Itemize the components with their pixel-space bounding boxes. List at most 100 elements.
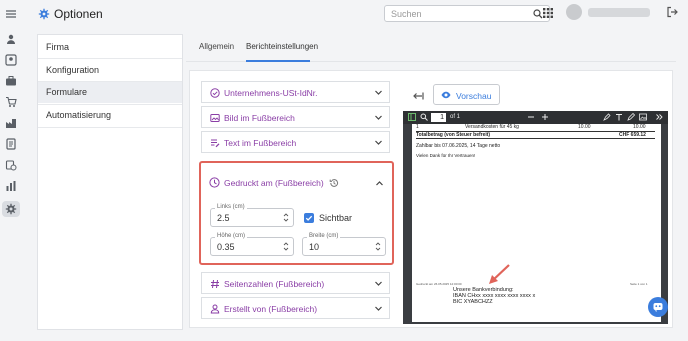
cart-icon[interactable] [5, 96, 17, 108]
preview-area: Vorschau 1 of 1 1 Versandkosten für 45 k… [403, 80, 668, 324]
chevron-down-icon[interactable] [374, 279, 383, 288]
contact-search-icon[interactable] [5, 54, 17, 66]
chevron-down-icon[interactable] [374, 88, 383, 97]
active-tab-underline [246, 60, 310, 62]
pdf-page: 1 Versandkosten für 45 kg 10.00 10.00 To… [412, 124, 661, 322]
pdf-viewer: 1 of 1 1 Versandkosten für 45 kg 10.00 1… [403, 111, 668, 324]
icon-rail [0, 0, 22, 341]
doc-row-value: 10.00 [578, 124, 591, 130]
chevron-up-icon[interactable] [375, 179, 384, 188]
chevron-down-icon[interactable] [374, 113, 383, 122]
search-box[interactable] [384, 5, 550, 22]
sidebar-toggle-icon[interactable] [408, 113, 416, 121]
pdf-toolbar: 1 of 1 [403, 111, 668, 124]
image-icon [210, 113, 220, 123]
user-name-blurred [588, 8, 650, 17]
field-label: Breite (cm) [307, 233, 341, 239]
avatar[interactable] [566, 4, 582, 20]
history-icon[interactable] [329, 178, 339, 188]
accordion-label: Seitenzahlen (Fußbereich) [224, 279, 325, 289]
breite-field[interactable]: Breite (cm) 10 [302, 233, 386, 256]
tab-allgemein[interactable]: Allgemein [199, 42, 234, 51]
factory-icon[interactable] [5, 117, 17, 129]
chevron-down-icon[interactable] [374, 138, 383, 147]
preview-label: Vorschau [456, 91, 492, 101]
settings-gear-icon[interactable] [5, 203, 17, 215]
doc-row-value: 10.00 [633, 124, 646, 130]
stepper-icon[interactable] [283, 240, 289, 253]
doc-bic: BIC XYABCHZZ [453, 299, 493, 305]
page-count: of 1 [450, 114, 461, 120]
search-icon[interactable] [533, 9, 543, 19]
clock-icon [209, 177, 220, 188]
doc-row-label: Versandkosten für 45 kg [465, 124, 519, 130]
accordion-label: Erstellt von (Fußbereich) [224, 304, 318, 314]
nav-item-konfiguration[interactable]: Konfiguration [38, 60, 182, 81]
text-tool-icon[interactable] [615, 113, 623, 121]
doc-printed-at: Gedruckt am 26.05.2025 12:00:00 [416, 282, 462, 286]
nav-item-firma[interactable]: Firma [38, 37, 182, 58]
page-title-group: Optionen [38, 7, 103, 21]
preview-button[interactable]: Vorschau [433, 84, 500, 105]
doc-dank: Vielen Dank für Ihr Vertrauen! [416, 153, 476, 158]
stepper-icon[interactable] [283, 211, 289, 224]
text-edit-icon [210, 138, 220, 148]
hoehe-field[interactable]: Höhe (cm) 0.35 [210, 233, 294, 256]
field-value[interactable]: 10 [309, 242, 319, 252]
logout-icon[interactable] [666, 6, 678, 18]
apps-grid-icon[interactable] [543, 8, 553, 18]
accordion-gedruckt-am-expanded: Gedruckt am (Fußbereich) Links (cm) 2.5 … [199, 161, 394, 265]
accordion-bild-fussbereich[interactable]: Bild im Fußbereich [201, 106, 390, 128]
divider [38, 58, 182, 59]
bar-chart-icon[interactable] [5, 180, 17, 192]
draw-icon[interactable] [627, 112, 636, 121]
top-bar: Optionen [22, 0, 688, 30]
accordion-ust-idnr[interactable]: Unternehmens-USt-IdNr. [201, 81, 390, 103]
field-value[interactable]: 2.5 [217, 213, 230, 223]
field-value[interactable]: 0.35 [217, 242, 235, 252]
briefcase-icon[interactable] [5, 75, 17, 87]
accordion-text-fussbereich[interactable]: Text im Fußbereich [201, 131, 390, 153]
highlight-icon[interactable] [603, 113, 611, 121]
accordion-label[interactable]: Gedruckt am (Fußbereich) [224, 178, 324, 188]
collapse-left-icon[interactable] [412, 90, 424, 102]
person-icon [210, 304, 220, 314]
tab-berichteinstellungen[interactable]: Berichteinstellungen [246, 42, 318, 51]
chat-bot-icon [653, 303, 663, 312]
more-tools-icon[interactable] [655, 113, 663, 121]
accordion-seitenzahlen[interactable]: Seitenzahlen (Fußbereich) [201, 272, 390, 294]
chat-assistant-button[interactable] [648, 297, 668, 317]
page-number-input[interactable]: 1 [431, 113, 446, 122]
accordion-erstellt-von[interactable]: Erstellt von (Fußbereich) [201, 297, 390, 319]
document-icon[interactable] [5, 138, 17, 150]
divider [38, 127, 182, 128]
gear-icon [38, 8, 50, 20]
menu-icon[interactable] [5, 8, 17, 20]
zoom-out-icon[interactable] [527, 113, 535, 121]
page-title: Optionen [54, 7, 103, 21]
zoom-in-icon[interactable] [541, 113, 549, 121]
links-field[interactable]: Links (cm) 2.5 [210, 204, 294, 227]
accordion-label: Bild im Fußbereich [224, 113, 295, 123]
calendar-clock-icon[interactable] [5, 159, 17, 171]
sichtbar-label: Sichtbar [319, 213, 353, 223]
tab-bar: Allgemein Berichteinstellungen [186, 38, 676, 62]
chevron-down-icon[interactable] [374, 304, 383, 313]
search-icon[interactable] [420, 113, 428, 121]
nav-item-automatisierung[interactable]: Automatisierung [38, 105, 182, 126]
stepper-icon[interactable] [375, 240, 381, 253]
settings-nav: Firma Konfiguration Formulare Automatisi… [37, 34, 183, 330]
search-input[interactable] [391, 8, 521, 20]
nav-item-formulare[interactable]: Formulare [38, 82, 182, 103]
image-tool-icon[interactable] [639, 113, 647, 121]
accordion-label: Unternehmens-USt-IdNr. [224, 88, 318, 98]
check-circle-icon [210, 88, 220, 98]
field-label: Links (cm) [215, 204, 247, 210]
eye-icon [441, 90, 451, 100]
annotation-arrow [489, 264, 510, 284]
doc-page-number: Seite 1 von 1 [630, 282, 648, 286]
field-label: Höhe (cm) [215, 233, 248, 239]
sichtbar-checkbox[interactable] [304, 213, 314, 223]
person-icon[interactable] [5, 33, 17, 45]
doc-zahlbar: Zahlbar bis 07.06.2025, 14 Tage netto [416, 143, 501, 149]
